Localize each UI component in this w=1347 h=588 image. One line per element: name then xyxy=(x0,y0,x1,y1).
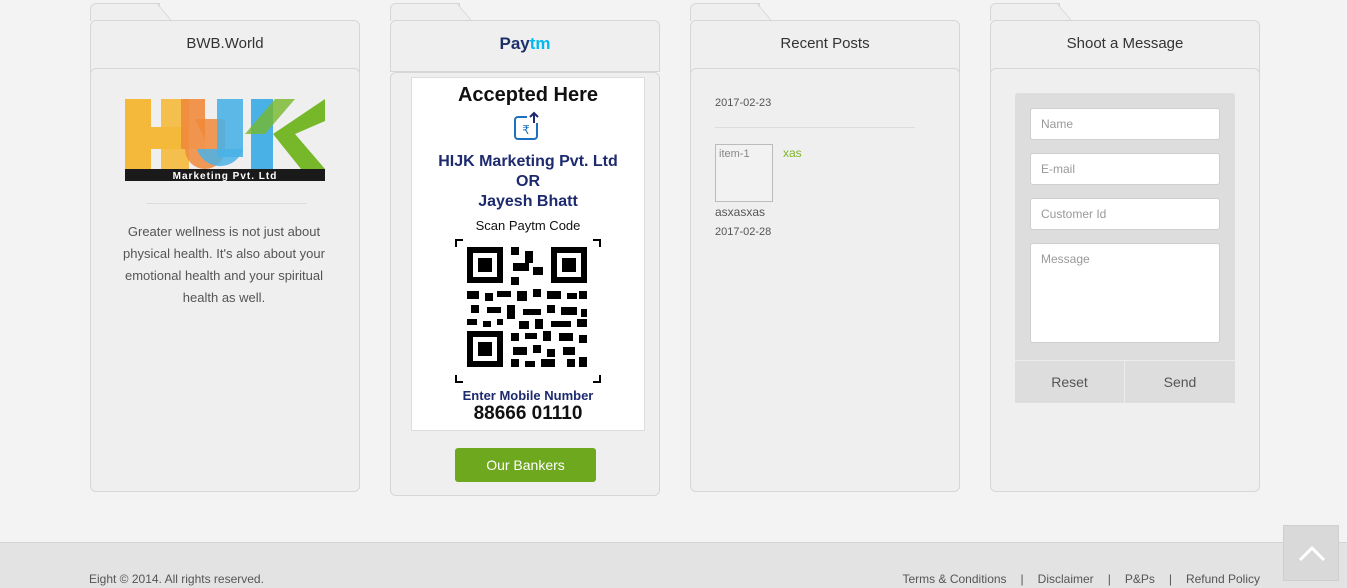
post-date: 2017-02-23 xyxy=(715,97,772,109)
hijk-logo: Marketing Pvt. Ltd xyxy=(125,99,325,181)
recent-posts-body: 2017-02-23 item-1 xas asxasxas 2017-02-2… xyxy=(690,68,960,492)
folder-tab xyxy=(690,3,760,21)
pps-link[interactable]: P&Ps xyxy=(1125,572,1155,586)
contact-form: Reset Send xyxy=(1015,93,1235,403)
copyright-text: Eight © 2014. All rights reserved. xyxy=(89,572,264,586)
customer-id-field[interactable] xyxy=(1030,198,1220,230)
message-field[interactable] xyxy=(1030,243,1220,343)
accepted-here-title: Accepted Here xyxy=(457,84,599,106)
post-excerpt: asxasxas xyxy=(715,205,766,219)
back-to-top-button[interactable] xyxy=(1283,525,1339,581)
chevron-up-icon xyxy=(1298,545,1326,562)
paytm-qr-card: Accepted Here ₹ HIJK Marketing Pvt. Ltd … xyxy=(411,77,645,431)
form-buttons: Reset Send xyxy=(1015,360,1235,403)
message-title: Shoot a Message xyxy=(990,20,1260,72)
folder-tab xyxy=(990,3,1060,21)
folder-tab xyxy=(90,3,160,21)
divider xyxy=(146,203,306,204)
qr-code xyxy=(455,239,601,383)
svg-text:₹: ₹ xyxy=(522,123,530,137)
post-link[interactable]: xas xyxy=(783,146,802,160)
mobile-number: 88666 01110 xyxy=(473,403,583,424)
separator: | xyxy=(1168,572,1172,586)
terms-link[interactable]: Terms & Conditions xyxy=(903,572,1007,586)
enter-mobile-text: Enter Mobile Number xyxy=(462,388,594,403)
rupee-upload-icon: ₹ xyxy=(514,111,539,140)
refund-policy-link[interactable]: Refund Policy xyxy=(1186,572,1260,586)
our-bankers-button[interactable]: Our Bankers xyxy=(455,448,596,482)
merchant-names: HIJK Marketing Pvt. Ltd OR Jayesh Bhatt xyxy=(438,153,618,210)
message-body: Reset Send xyxy=(990,68,1260,492)
footer: Eight © 2014. All rights reserved. Terms… xyxy=(0,542,1347,588)
logo-sub-text: Marketing Pvt. Ltd xyxy=(173,171,278,181)
post-date: 2017-02-28 xyxy=(715,226,772,238)
paytm-logo: Paytm xyxy=(499,34,551,53)
recent-posts-title: Recent Posts xyxy=(690,20,960,72)
reset-button[interactable]: Reset xyxy=(1015,361,1125,403)
paytm-body: Accepted Here ₹ HIJK Marketing Pvt. Ltd … xyxy=(390,72,660,496)
scan-text: Scan Paytm Code xyxy=(475,218,581,233)
name-field[interactable] xyxy=(1030,108,1220,140)
separator: | xyxy=(1020,572,1024,586)
email-field[interactable] xyxy=(1030,153,1220,185)
paytm-header: Paytm xyxy=(390,20,660,72)
folder-tab xyxy=(390,3,460,21)
about-body: Marketing Pvt. Ltd Greater wellness is n… xyxy=(90,68,360,492)
disclaimer-link[interactable]: Disclaimer xyxy=(1038,572,1094,586)
about-title: BWB.World xyxy=(90,20,360,72)
separator: | xyxy=(1107,572,1111,586)
post-thumbnail[interactable]: item-1 xyxy=(715,144,773,202)
footer-links: Terms & Conditions | Disclaimer | P&Ps |… xyxy=(903,572,1261,586)
about-text: Greater wellness is not just about physi… xyxy=(123,224,325,305)
send-button[interactable]: Send xyxy=(1125,361,1235,403)
divider xyxy=(715,127,915,128)
